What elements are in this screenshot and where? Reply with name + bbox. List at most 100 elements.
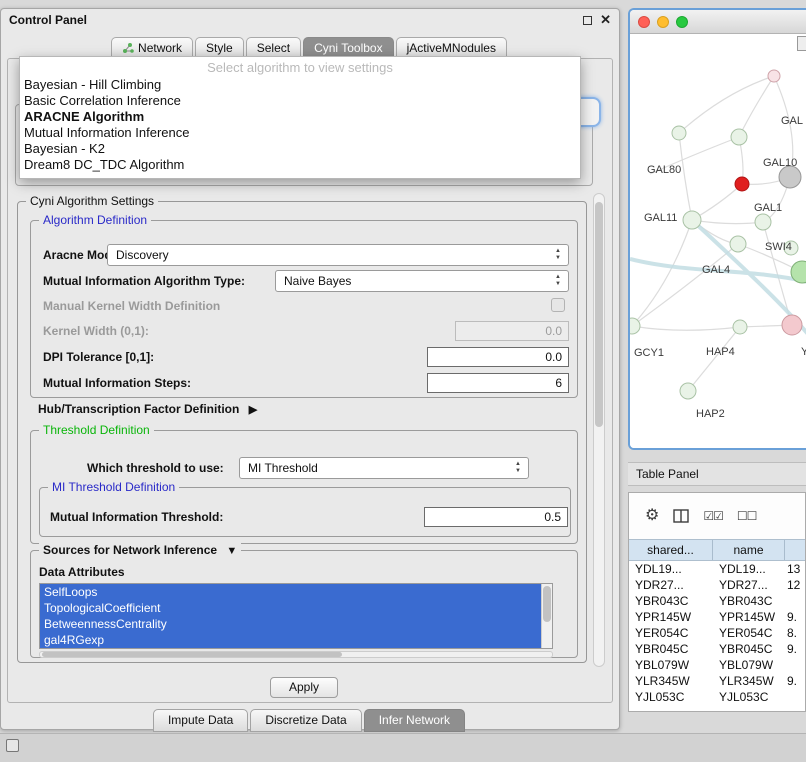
mi-steps-field[interactable]: 6 <box>427 373 569 393</box>
columns-icon[interactable] <box>673 509 689 523</box>
node-gal10[interactable] <box>735 177 749 191</box>
sources-title: Sources for Network Inference <box>43 543 217 557</box>
table-row[interactable]: YDL19... YDL19... 13 <box>629 561 805 577</box>
panel-toggle-icon[interactable] <box>6 739 19 752</box>
node-gcy1[interactable] <box>630 318 640 334</box>
node[interactable] <box>731 129 747 145</box>
algorithm-dropdown-menu: Select algorithm to view settings Bayesi… <box>19 56 581 179</box>
table-row[interactable]: YBR043C YBR043C <box>629 593 805 609</box>
node-label: GAL4 <box>702 264 730 276</box>
table-body: YDL19... YDL19... 13 YDR27... YDR27... 1… <box>629 561 805 705</box>
attribute-list-scrollbar[interactable] <box>541 584 552 648</box>
cell: YLR345W <box>629 673 713 689</box>
menu-item-mutual-information[interactable]: Mutual Information Inference <box>20 125 580 141</box>
apply-button[interactable]: Apply <box>270 677 338 698</box>
cell: YBL079W <box>629 657 713 673</box>
settings-scrollbar[interactable] <box>593 193 605 667</box>
node[interactable] <box>768 70 780 82</box>
tab-impute-data[interactable]: Impute Data <box>153 709 248 732</box>
status-bar <box>0 733 806 762</box>
list-item-topologicalcoefficient[interactable]: TopologicalCoefficient <box>40 600 552 616</box>
cell: YPR145W <box>713 609 785 625</box>
minimize-button[interactable] <box>657 16 669 28</box>
sources-toggle[interactable]: Sources for Network Inference ▼ <box>39 543 241 557</box>
menu-item-bayesian-hill-climbing[interactable]: Bayesian - Hill Climbing <box>20 77 580 93</box>
float-window-button[interactable] <box>583 16 592 25</box>
node-hap2[interactable] <box>680 383 696 399</box>
cell: YJL053C <box>713 689 785 705</box>
cell: YER054C <box>629 625 713 641</box>
window-title: Control Panel <box>9 13 87 27</box>
cell: 9. <box>785 609 805 625</box>
edges <box>632 76 802 391</box>
node-hap4[interactable] <box>782 315 802 335</box>
node-gal4[interactable] <box>730 236 746 252</box>
dpi-tolerance-field[interactable]: 0.0 <box>427 347 569 367</box>
gear-icon[interactable]: ⚙ <box>645 508 659 524</box>
control-panel-window: Control Panel ✕ Network Style Select Cyn… <box>0 8 620 730</box>
network-canvas[interactable]: GAL80 GAL10 GAL GAL11 GAL1 SWI4 GAL4 GCY… <box>630 34 806 450</box>
node-label: Y <box>801 346 806 358</box>
threshold-definition-title: Threshold Definition <box>39 423 154 437</box>
sources-group: Sources for Network Inference ▼ Data Att… <box>30 550 578 658</box>
threshold-definition-group: Threshold Definition Which threshold to … <box>30 430 578 544</box>
menu-item-bayesian-k2[interactable]: Bayesian - K2 <box>20 141 580 157</box>
tab-discretize-data[interactable]: Discretize Data <box>250 709 361 732</box>
zoom-button[interactable] <box>676 16 688 28</box>
close-button[interactable] <box>638 16 650 28</box>
table-row[interactable]: YDR27... YDR27... 12 <box>629 577 805 593</box>
combo-stepper-icon: ▲▼ <box>553 274 563 288</box>
mi-type-combo[interactable]: Naive Bayes ▲▼ <box>275 270 569 292</box>
dpi-tolerance-label: DPI Tolerance [0,1]: <box>43 350 154 364</box>
tab-infer-network[interactable]: Infer Network <box>364 709 465 732</box>
table-header-row: shared... name <box>629 539 805 561</box>
menu-item-dream8[interactable]: Dream8 DC_TDC Algorithm <box>20 157 580 173</box>
tab-label: Select <box>257 41 290 55</box>
table-panel-header: Table Panel <box>628 462 806 486</box>
column-header-name[interactable]: name <box>713 540 785 560</box>
cell <box>785 689 805 705</box>
aracne-mode-combo[interactable]: Discovery ▲▼ <box>107 244 569 266</box>
hub-definition-toggle[interactable]: Hub/Transcription Factor Definition ▶ <box>38 402 257 416</box>
table-row[interactable]: YER054C YER054C 8. <box>629 625 805 641</box>
menu-item-aracne[interactable]: ARACNE Algorithm <box>20 109 580 125</box>
scrollbar-thumb[interactable] <box>595 202 603 427</box>
toolbar-fragment <box>797 36 806 51</box>
node-gal1[interactable] <box>755 214 771 230</box>
list-item-gal4rgexp[interactable]: gal4RGexp <box>40 632 552 648</box>
cell: YBL079W <box>713 657 785 673</box>
column-header-cut[interactable] <box>785 540 805 560</box>
cell: YDR27... <box>629 577 713 593</box>
table-row[interactable]: YBR045C YBR045C 9. <box>629 641 805 657</box>
control-panel-titlebar: Control Panel ✕ <box>1 9 619 31</box>
node-gal11[interactable] <box>683 211 701 229</box>
node[interactable] <box>779 166 801 188</box>
node-label: GAL10 <box>763 157 797 169</box>
table-row[interactable]: YJL053C YJL053C <box>629 689 805 705</box>
algorithm-definition-title: Algorithm Definition <box>39 213 151 227</box>
mi-threshold-field[interactable]: 0.5 <box>424 507 568 527</box>
table-row[interactable]: YLR345W YLR345W 9. <box>629 673 805 689</box>
node[interactable] <box>733 320 747 334</box>
table-row[interactable]: YPR145W YPR145W 9. <box>629 609 805 625</box>
list-item-betweennesscentrality[interactable]: BetweennessCentrality <box>40 616 552 632</box>
which-threshold-combo[interactable]: MI Threshold ▲▼ <box>239 457 529 479</box>
table-row[interactable]: YBL079W YBL079W <box>629 657 805 673</box>
cell: 9. <box>785 673 805 689</box>
select-all-icon[interactable]: ☑☑ <box>703 508 723 524</box>
attribute-list-hscrollbar[interactable] <box>39 651 553 658</box>
list-item-selfloops[interactable]: SelfLoops <box>40 584 552 600</box>
deselect-all-icon[interactable]: ☐☐ <box>737 508 757 524</box>
menu-item-basic-correlation[interactable]: Basic Correlation Inference <box>20 93 580 109</box>
cell: YBR045C <box>713 641 785 657</box>
cell: YDR27... <box>713 577 785 593</box>
combo-stepper-icon: ▲▼ <box>513 461 523 475</box>
algorithm-definition-group: Algorithm Definition Aracne Mode: Discov… <box>30 220 578 398</box>
column-header-shared-name[interactable]: shared... <box>629 540 713 560</box>
node-label: GAL <box>781 115 803 127</box>
node[interactable] <box>672 126 686 140</box>
cell: YER054C <box>713 625 785 641</box>
expand-down-icon: ▼ <box>226 545 237 557</box>
close-icon[interactable]: ✕ <box>600 15 611 25</box>
node-label: GAL80 <box>647 164 681 176</box>
